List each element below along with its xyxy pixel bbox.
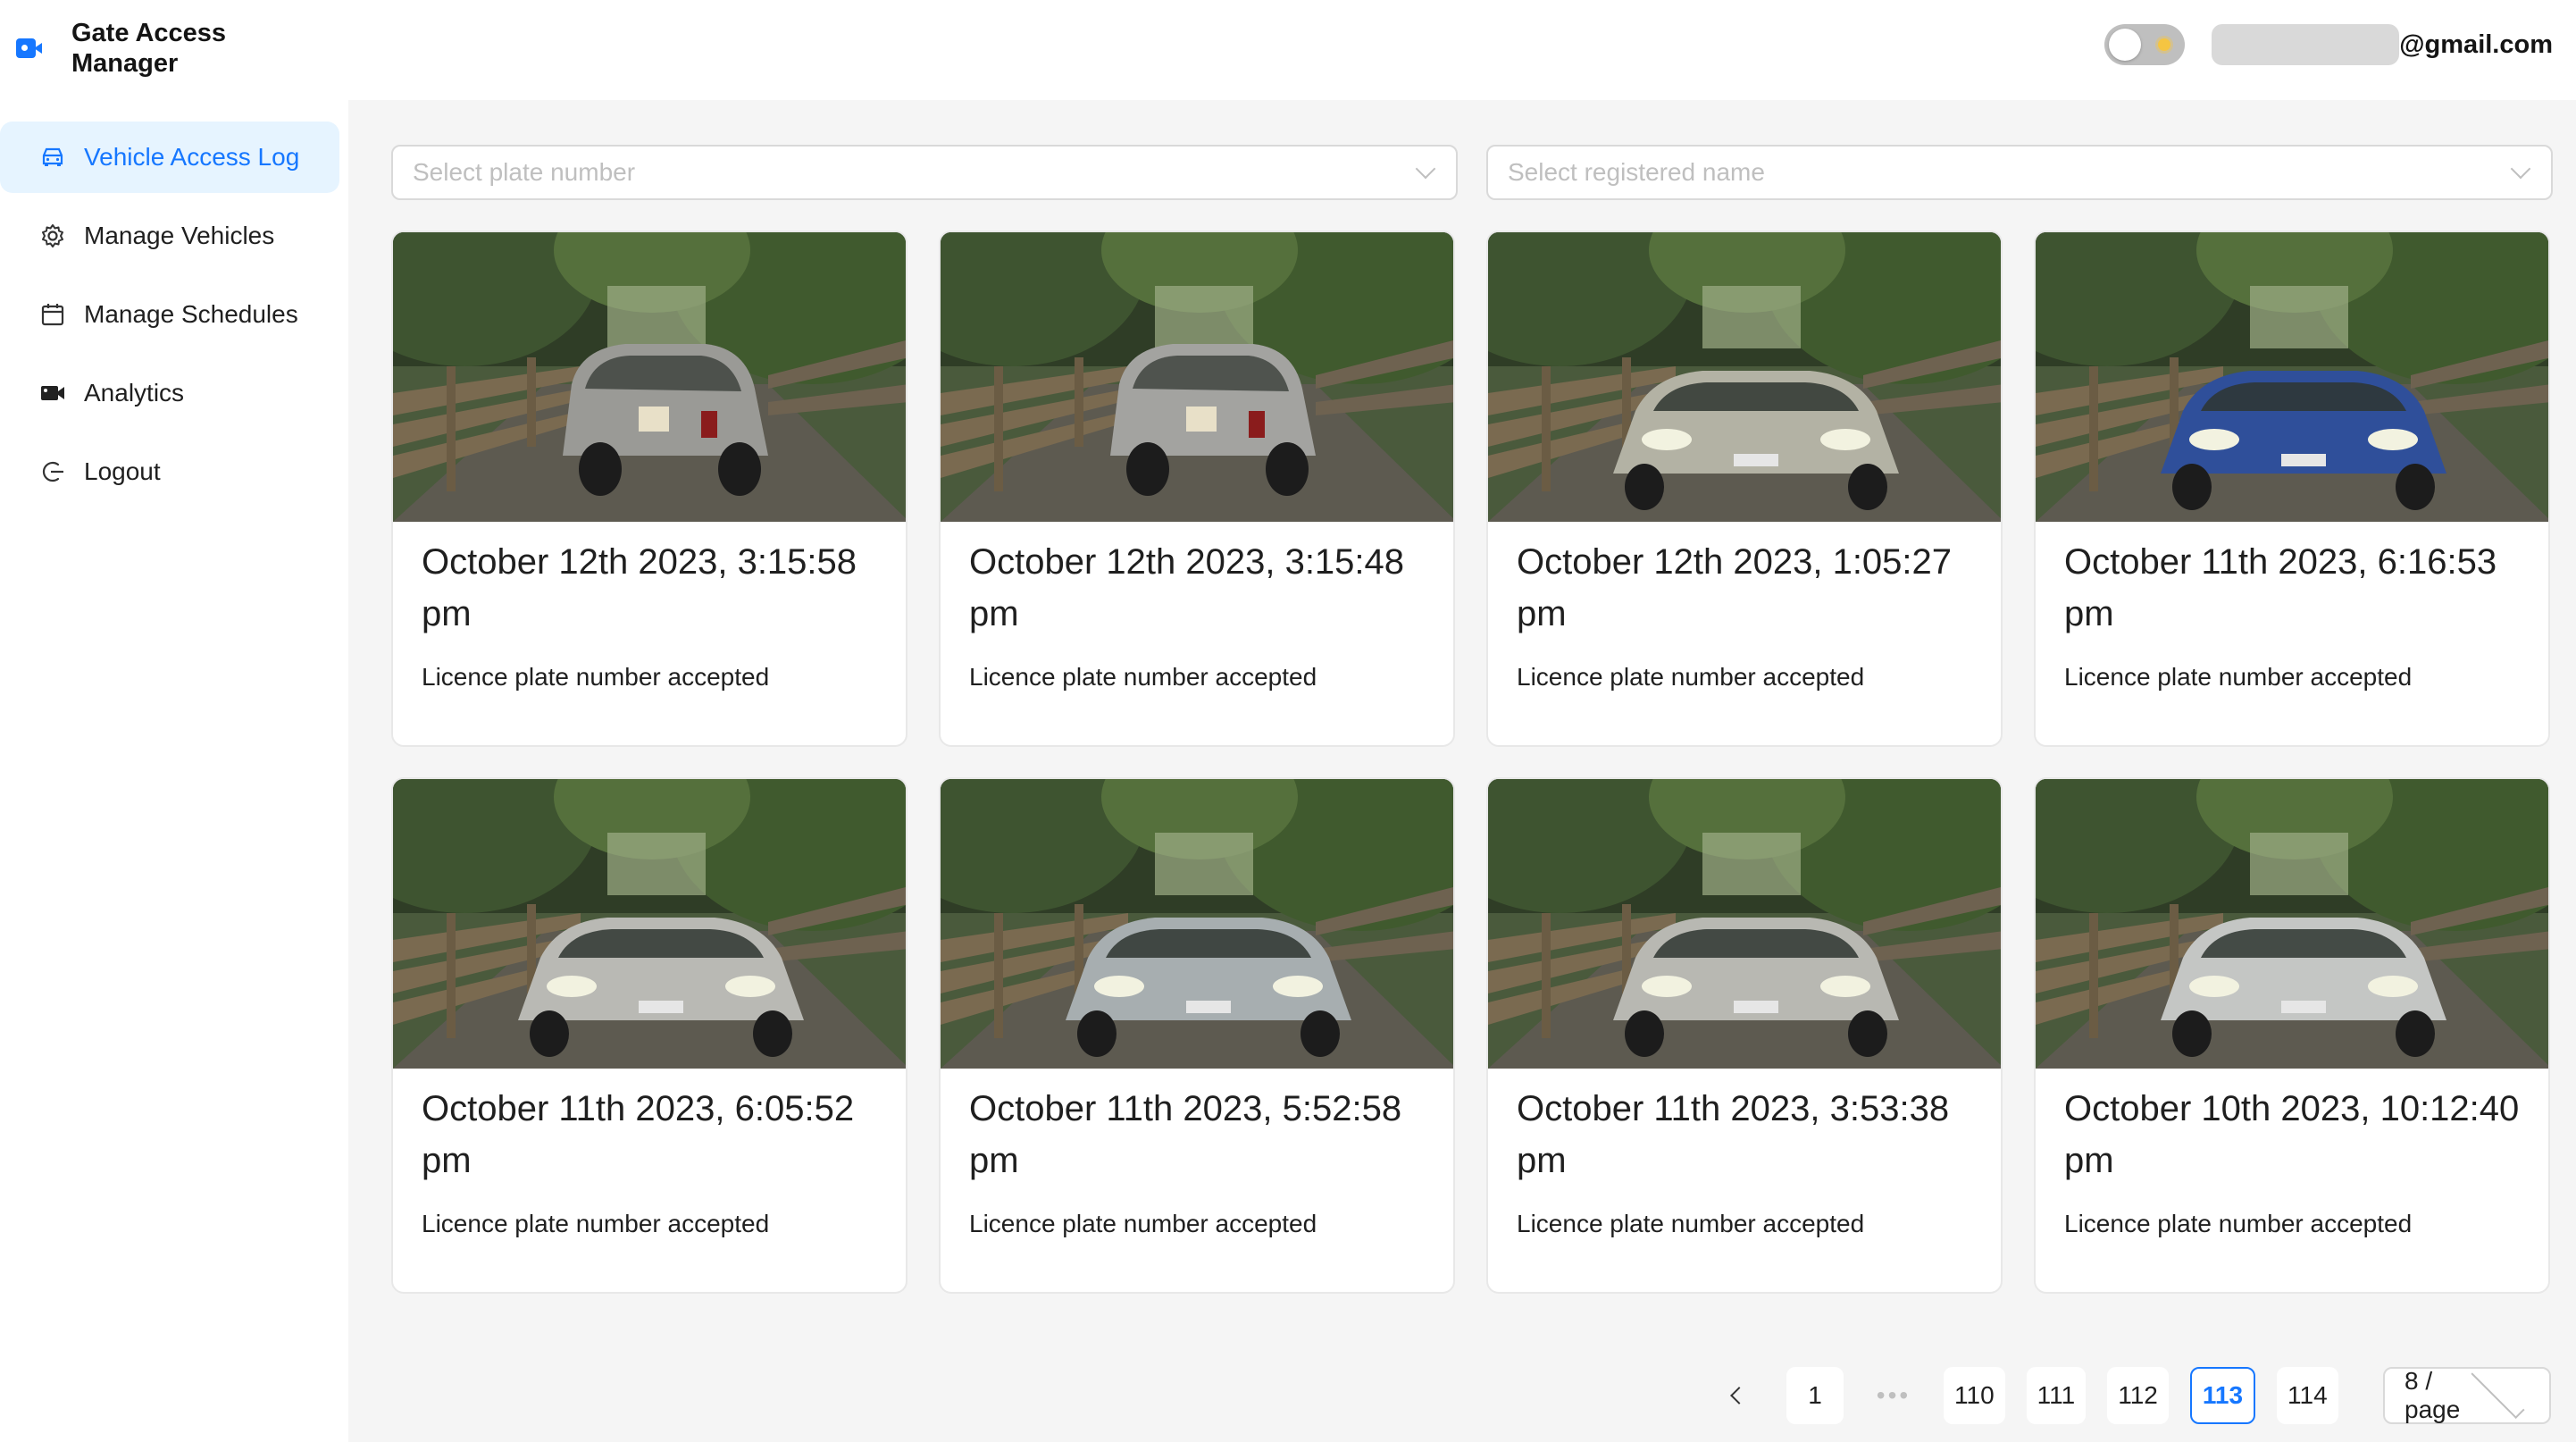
logout-icon [39, 458, 66, 485]
user-email[interactable]: @gmail.com [2212, 24, 2553, 65]
chevron-down-icon [2471, 1364, 2525, 1420]
gate-camera-photo [941, 232, 1453, 522]
registered-name-select[interactable]: Select registered name [1486, 145, 2553, 200]
access-log-card[interactable]: October 12th 2023, 1:05:27 pm Licence pl… [1486, 231, 2003, 747]
sidebar-item-label: Manage Vehicles [84, 222, 275, 249]
chevron-down-icon [2510, 158, 2531, 180]
page-ellipsis[interactable]: ••• [1865, 1367, 1922, 1424]
access-timestamp: October 11th 2023, 5:52:58 pm [969, 1089, 1402, 1180]
access-status: Licence plate number accepted [1517, 663, 1865, 691]
chevron-left-icon [1730, 1387, 1748, 1404]
page-size-label: 8 / page [2405, 1367, 2461, 1423]
page-button[interactable]: 110 [1944, 1367, 2005, 1424]
sidebar-item-vehicle-access-log[interactable]: Vehicle Access Log [0, 122, 339, 193]
app-brand: Gate Access Manager [16, 13, 338, 84]
camera-logo-icon [16, 38, 43, 58]
access-log-card[interactable]: October 11th 2023, 6:05:52 pm Licence pl… [391, 777, 907, 1294]
email-domain: @gmail.com [2399, 29, 2553, 59]
gate-camera-photo [1488, 779, 2001, 1069]
car-icon [39, 144, 66, 171]
gate-camera-photo [393, 779, 906, 1069]
sidebar-item-manage-vehicles[interactable]: Manage Vehicles [0, 200, 339, 272]
email-redaction [2212, 24, 2400, 65]
pagination: 1 ••• 110 111 112 113 114 [1708, 1367, 2438, 1424]
access-timestamp: October 11th 2023, 3:53:38 pm [1517, 1089, 1950, 1180]
plate-number-select[interactable]: Select plate number [391, 145, 1458, 200]
page-size-select[interactable]: 8 / page [2383, 1364, 2551, 1424]
access-status: Licence plate number accepted [2064, 1210, 2413, 1237]
access-log-card[interactable]: October 12th 2023, 3:15:58 pm Licence pl… [391, 231, 907, 747]
page-button[interactable]: 112 [2107, 1367, 2169, 1424]
gear-icon [39, 222, 66, 249]
sidebar: Vehicle Access Log Manage Vehicles Manag… [0, 100, 348, 1442]
gate-camera-photo [393, 232, 906, 522]
theme-toggle[interactable] [2104, 24, 2186, 65]
current-page-button[interactable]: 113 [2189, 1367, 2256, 1424]
page-button[interactable]: 1 [1786, 1367, 1844, 1424]
gate-camera-photo [941, 779, 1453, 1069]
access-log-card[interactable]: October 11th 2023, 6:16:53 pm Licence pl… [2034, 231, 2550, 747]
app-title: Gate Access Manager [71, 19, 227, 78]
page-button[interactable]: 114 [2277, 1367, 2338, 1424]
sidebar-item-manage-schedules[interactable]: Manage Schedules [0, 279, 339, 350]
access-log-card[interactable]: October 11th 2023, 3:53:38 pm Licence pl… [1486, 777, 2003, 1294]
access-status: Licence plate number accepted [969, 1210, 1317, 1237]
toggle-knob [2109, 29, 2142, 61]
chevron-down-icon [1415, 158, 1436, 180]
registered-name-placeholder: Select registered name [1508, 158, 1765, 186]
sidebar-item-analytics[interactable]: Analytics [0, 357, 339, 429]
sidebar-item-label: Vehicle Access Log [84, 143, 300, 171]
access-status: Licence plate number accepted [1517, 1210, 1865, 1237]
access-status: Licence plate number accepted [969, 663, 1317, 691]
access-timestamp: October 11th 2023, 6:16:53 pm [2064, 542, 2497, 633]
sidebar-item-label: Manage Schedules [84, 300, 298, 328]
access-timestamp: October 12th 2023, 3:15:58 pm [422, 542, 857, 633]
sun-icon [2158, 38, 2171, 51]
access-log-card[interactable]: October 10th 2023, 10:12:40 pm Licence p… [2034, 777, 2550, 1294]
gate-camera-photo [1488, 232, 2001, 522]
access-log-card[interactable]: October 12th 2023, 3:15:48 pm Licence pl… [939, 231, 1455, 747]
gate-camera-photo [2036, 232, 2548, 522]
access-status: Licence plate number accepted [422, 663, 770, 691]
plate-number-placeholder: Select plate number [413, 158, 636, 186]
sidebar-item-label: Logout [84, 457, 161, 485]
topbar-right: @gmail.com [2104, 20, 2553, 70]
sidebar-item-label: Analytics [84, 379, 185, 407]
access-timestamp: October 10th 2023, 10:12:40 pm [2064, 1089, 2520, 1180]
sidebar-item-logout[interactable]: Logout [0, 436, 339, 507]
access-log-card[interactable]: October 11th 2023, 5:52:58 pm Licence pl… [939, 777, 1455, 1294]
video-camera-icon [39, 380, 66, 407]
access-timestamp: October 12th 2023, 3:15:48 pm [969, 542, 1405, 633]
page-button[interactable]: 111 [2026, 1367, 2087, 1424]
calendar-icon [39, 301, 66, 328]
access-status: Licence plate number accepted [2064, 663, 2413, 691]
access-status: Licence plate number accepted [422, 1210, 770, 1237]
gate-camera-photo [2036, 779, 2548, 1069]
main-content: Select plate number Select registered na… [348, 100, 2576, 1442]
access-timestamp: October 11th 2023, 6:05:52 pm [422, 1089, 855, 1180]
access-timestamp: October 12th 2023, 1:05:27 pm [1517, 542, 1953, 633]
prev-page-button[interactable] [1708, 1367, 1765, 1424]
